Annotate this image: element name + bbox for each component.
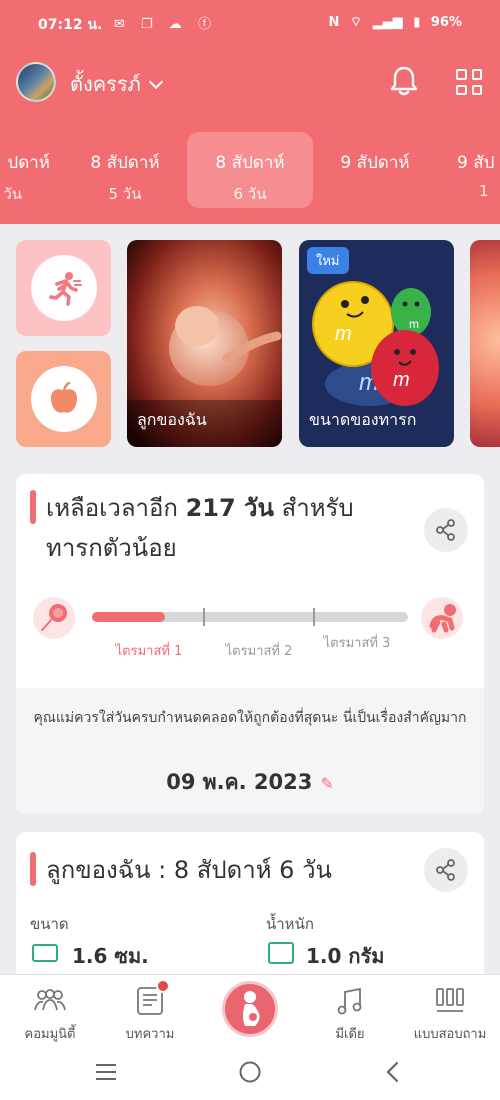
my-baby-label: ลูกของฉัน	[137, 410, 207, 429]
wifi-icon: ⌔	[349, 15, 363, 30]
due-date[interactable]: 09 พ.ค. 2023 ✎	[16, 766, 484, 799]
pregnancy-title: ตั้งครรภ์	[70, 72, 141, 96]
trimester-3-label: ไตรมาสที่ 3	[323, 636, 391, 651]
share-icon[interactable]	[424, 508, 468, 552]
notification-dot	[156, 979, 170, 993]
week-item[interactable]: 9 สัป 1	[437, 132, 500, 208]
recent-apps-icon[interactable]	[94, 1062, 118, 1082]
article-icon	[100, 985, 200, 1017]
week-item[interactable]: 9 สัปดาห์	[312, 132, 438, 208]
countdown-card: เหลือเวลาอีก 217 วัน สำหรับ ทารกตัวน้อย …	[16, 474, 484, 814]
battery-level: 96%	[430, 15, 462, 30]
feature-cards: ลูกของฉัน m m m m ใหม่ ขนาดของทารก	[0, 238, 500, 450]
pregnancy-selector[interactable]: ตั้งครรภ์	[70, 68, 163, 100]
baby-crawling-icon	[421, 597, 463, 639]
trimester-tick	[313, 608, 315, 626]
chevron-down-icon	[148, 74, 163, 90]
svg-text:m: m	[335, 323, 352, 345]
baby-info-title: ลูกของฉัน : 8 สัปดาห์ 6 วัน	[46, 856, 332, 884]
battery-icon: ▮	[413, 15, 421, 30]
countdown-title: เหลือเวลาอีก 217 วัน สำหรับ ทารกตัวน้อย	[46, 494, 354, 562]
bell-icon[interactable]	[389, 65, 419, 97]
svg-text:m: m	[409, 317, 419, 331]
weight-value: 1.0 กรัม	[306, 944, 385, 968]
svg-text:m: m	[393, 369, 410, 391]
apple-icon	[30, 366, 97, 432]
menu-grid-icon[interactable]	[456, 69, 482, 95]
top-header: 07:12 น. ✉ ❐ ☁ ⓕ N ⌔ ▂▄▆ ▮ 96% ตั้งครรภ์…	[0, 0, 500, 224]
survey-icon	[400, 985, 500, 1017]
trimester-2-label: ไตรมาสที่ 2	[225, 644, 293, 659]
status-right: N ⌔ ▂▄▆ ▮ 96%	[328, 14, 462, 30]
nav-articles[interactable]: บทความ	[100, 985, 200, 1044]
music-note-icon	[300, 985, 400, 1017]
baby-info-card: ลูกของฉัน : 8 สัปดาห์ 6 วัน ขนาด 1.6 ซม.…	[16, 832, 484, 992]
fertilization-icon	[33, 597, 75, 639]
exercise-tile[interactable]	[16, 240, 111, 336]
home-icon[interactable]	[238, 1060, 262, 1084]
home-pregnancy-button[interactable]	[222, 981, 278, 1037]
week-item-selected[interactable]: 8 สัปดาห์ 6 วัน	[187, 132, 313, 208]
scale-icon	[268, 942, 294, 964]
ruler-icon	[32, 944, 58, 962]
pregnant-woman-icon	[243, 991, 260, 1026]
week-selector: ปดาห์ วัน 8 สัปดาห์ 5 วัน 8 สัปดาห์ 6 วั…	[0, 128, 500, 210]
trimester-progress-fill	[92, 612, 165, 622]
community-icon	[0, 985, 100, 1017]
baby-size-card[interactable]: m m m m ใหม่ ขนาดของทารก	[299, 240, 454, 447]
trimester-progress	[92, 608, 408, 626]
notification-icons: ✉ ❐ ☁ ⓕ	[114, 17, 217, 32]
signal-icon: ▂▄▆	[372, 15, 403, 30]
system-navigation-bar	[0, 1046, 500, 1100]
status-time: 07:12 น.	[38, 17, 103, 33]
next-card-peek[interactable]	[470, 240, 500, 447]
due-date-note: คุณแม่ควรใส่วันครบกำหนดคลอดให้ถูกต้องที่…	[33, 710, 467, 726]
nav-quiz[interactable]: แบบสอบถาม	[400, 985, 500, 1044]
running-icon	[30, 255, 97, 321]
title-accent-bar	[30, 852, 36, 886]
nav-community[interactable]: คอมมูนิตี้	[0, 985, 100, 1044]
week-item[interactable]: 8 สัปดาห์ 5 วัน	[62, 132, 188, 208]
size-label: ขนาด	[30, 915, 69, 933]
pencil-icon[interactable]: ✎	[320, 774, 333, 793]
nav-media[interactable]: มีเดีย	[300, 985, 400, 1044]
trimester-tick	[203, 608, 205, 626]
new-badge: ใหม่	[307, 247, 349, 274]
weight-label: น้ำหนัก	[266, 915, 314, 933]
due-date-section: คุณแม่ควรใส่วันครบกำหนดคลอดให้ถูกต้องที่…	[16, 688, 484, 814]
my-baby-card[interactable]: ลูกของฉัน	[127, 240, 282, 447]
week-item[interactable]: ปดาห์ วัน	[0, 132, 66, 208]
nfc-icon: N	[328, 15, 340, 30]
back-icon[interactable]	[383, 1060, 403, 1084]
baby-size-label: ขนาดของทารก	[309, 410, 417, 429]
status-bar: 07:12 น. ✉ ❐ ☁ ⓕ N ⌔ ▂▄▆ ▮ 96%	[0, 0, 500, 44]
avatar[interactable]	[16, 62, 56, 102]
share-icon[interactable]	[424, 848, 468, 892]
title-accent-bar	[30, 490, 36, 524]
nutrition-tile[interactable]	[16, 351, 111, 447]
size-value: 1.6 ซม.	[72, 944, 149, 968]
trimester-1-label: ไตรมาสที่ 1	[115, 644, 183, 659]
